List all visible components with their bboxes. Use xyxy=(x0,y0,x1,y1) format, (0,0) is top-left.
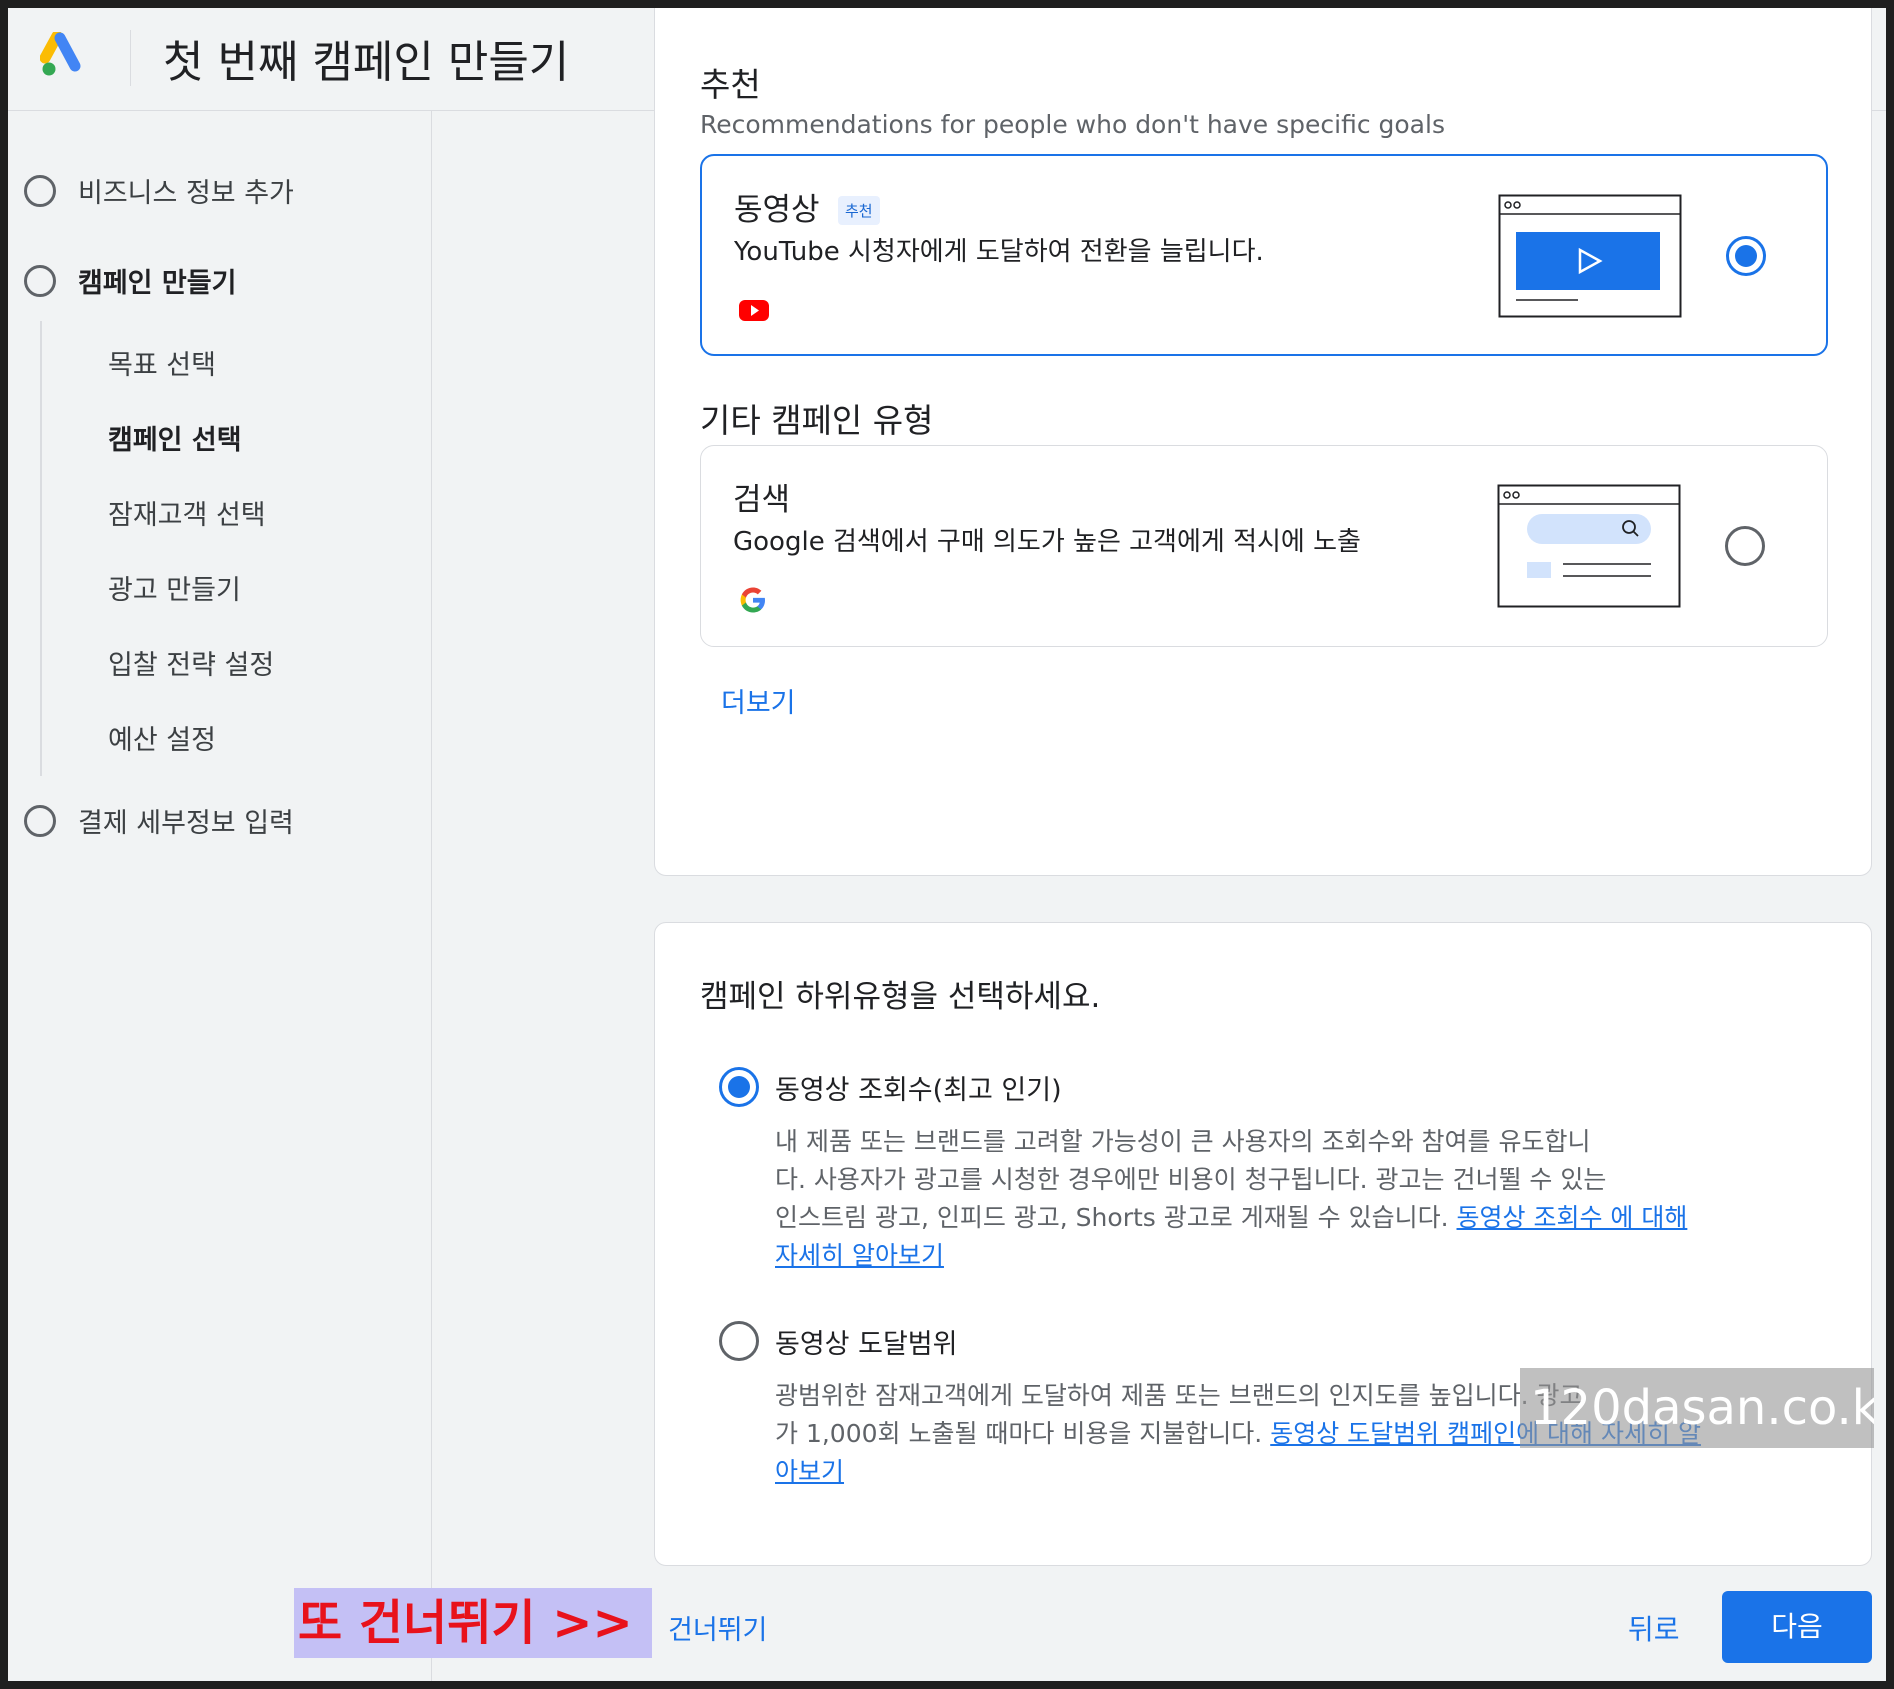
step-payment-details[interactable]: 결제 세부정보 입력 xyxy=(24,801,294,840)
back-button[interactable]: 뒤로 xyxy=(1628,1608,1680,1648)
recommended-title: 추천 xyxy=(700,65,761,104)
skip-link[interactable]: 건너뛰기 xyxy=(668,1608,767,1647)
substep-select-audience[interactable]: 잠재고객 선택 xyxy=(108,493,266,532)
step-label: 캠페인 만들기 xyxy=(78,268,237,299)
annotation-banner: 또 건너뛰기 >> xyxy=(294,1588,652,1658)
recommended-subtitle: Recommendations for people who don't hav… xyxy=(700,110,1445,139)
youtube-icon xyxy=(739,300,769,321)
video-radio[interactable] xyxy=(1726,236,1766,276)
app-window: 첫 번째 캠페인 만들기 비즈니스 정보 추가 캠페인 만들기 목표 선택 캠페… xyxy=(8,8,1886,1681)
option-title: 동영상 xyxy=(734,192,820,228)
subtype-title: 캠페인 하위유형을 선택하세요. xyxy=(700,979,1101,1015)
step-circle-icon xyxy=(24,174,56,207)
search-page-illustration-icon xyxy=(1497,484,1681,608)
desc-text: 인스트림 광고, 인피드 광고, Shorts 광고로 게재될 수 있습니다. xyxy=(775,1203,1449,1232)
next-button[interactable]: 다음 xyxy=(1722,1591,1872,1663)
substep-select-campaign[interactable]: 캠페인 선택 xyxy=(108,418,242,457)
subtype-views-description: 내 제품 또는 브랜드를 고려할 가능성이 큰 사용자의 조회수와 참여를 유도… xyxy=(775,1123,1705,1275)
substep-bid-strategy[interactable]: 입찰 전략 설정 xyxy=(108,643,274,682)
google-ads-logo-icon[interactable] xyxy=(40,32,90,80)
recommended-badge: 추천 xyxy=(838,196,880,225)
search-radio[interactable] xyxy=(1725,526,1765,566)
campaign-type-card: 추천 Recommendations for people who don't … xyxy=(654,8,1872,876)
progress-sidebar: 비즈니스 정보 추가 캠페인 만들기 목표 선택 캠페인 선택 잠재고객 선택 … xyxy=(8,111,432,1681)
subtype-reach-label[interactable]: 동영상 도달범위 xyxy=(775,1322,957,1361)
step-circle-icon xyxy=(24,804,56,837)
more-link[interactable]: 더보기 xyxy=(721,681,796,720)
step-create-campaign[interactable]: 캠페인 만들기 xyxy=(24,261,236,300)
other-types-title: 기타 캠페인 유형 xyxy=(700,401,934,440)
campaign-option-search[interactable]: 검색 Google 검색에서 구매 의도가 높은 고객에게 적시에 노출 xyxy=(700,445,1828,647)
video-player-illustration-icon xyxy=(1498,194,1682,318)
substep-connector-line xyxy=(40,321,42,776)
step-label: 비즈니스 정보 추가 xyxy=(78,178,294,209)
substep-budget[interactable]: 예산 설정 xyxy=(108,718,216,757)
option-title: 검색 xyxy=(733,482,791,518)
substep-select-goal[interactable]: 목표 선택 xyxy=(108,343,216,382)
subtype-views-label[interactable]: 동영상 조회수(최고 인기) xyxy=(775,1068,1062,1107)
option-description: YouTube 시청자에게 도달하여 전환을 늘립니다. xyxy=(734,237,1264,267)
desc-line: 내 제품 또는 브랜드를 고려할 가능성이 큰 사용자의 조회수와 참여를 유도… xyxy=(775,1127,1591,1156)
subtype-reach-radio[interactable] xyxy=(719,1321,759,1361)
watermark: 120dasan.co.kr xyxy=(1520,1368,1874,1448)
campaign-subtype-card: 캠페인 하위유형을 선택하세요. 동영상 조회수(최고 인기) 내 제품 또는 … xyxy=(654,922,1872,1566)
header-divider xyxy=(130,30,131,86)
desc-line: 다. 사용자가 광고를 시청한 경우에만 비용이 청구됩니다. 광고는 건너뛸 … xyxy=(775,1165,1607,1194)
page-title: 첫 번째 캠페인 만들기 xyxy=(163,37,570,88)
substep-create-ads[interactable]: 광고 만들기 xyxy=(108,568,241,607)
subtype-views-radio[interactable] xyxy=(719,1067,759,1107)
google-g-icon xyxy=(740,587,765,613)
step-label: 결제 세부정보 입력 xyxy=(78,808,294,839)
desc-text: 가 1,000회 노출될 때마다 비용을 지불합니다. xyxy=(775,1419,1263,1448)
option-description: Google 검색에서 구매 의도가 높은 고객에게 적시에 노출 xyxy=(733,527,1361,557)
desc-line: 인스트림 광고, 인피드 광고, Shorts 광고로 게재될 수 있습니다. … xyxy=(775,1199,1705,1275)
step-circle-icon xyxy=(24,264,56,297)
step-business-info[interactable]: 비즈니스 정보 추가 xyxy=(24,171,294,210)
campaign-option-video[interactable]: 동영상 추천 YouTube 시청자에게 도달하여 전환을 늘립니다. xyxy=(700,154,1828,356)
